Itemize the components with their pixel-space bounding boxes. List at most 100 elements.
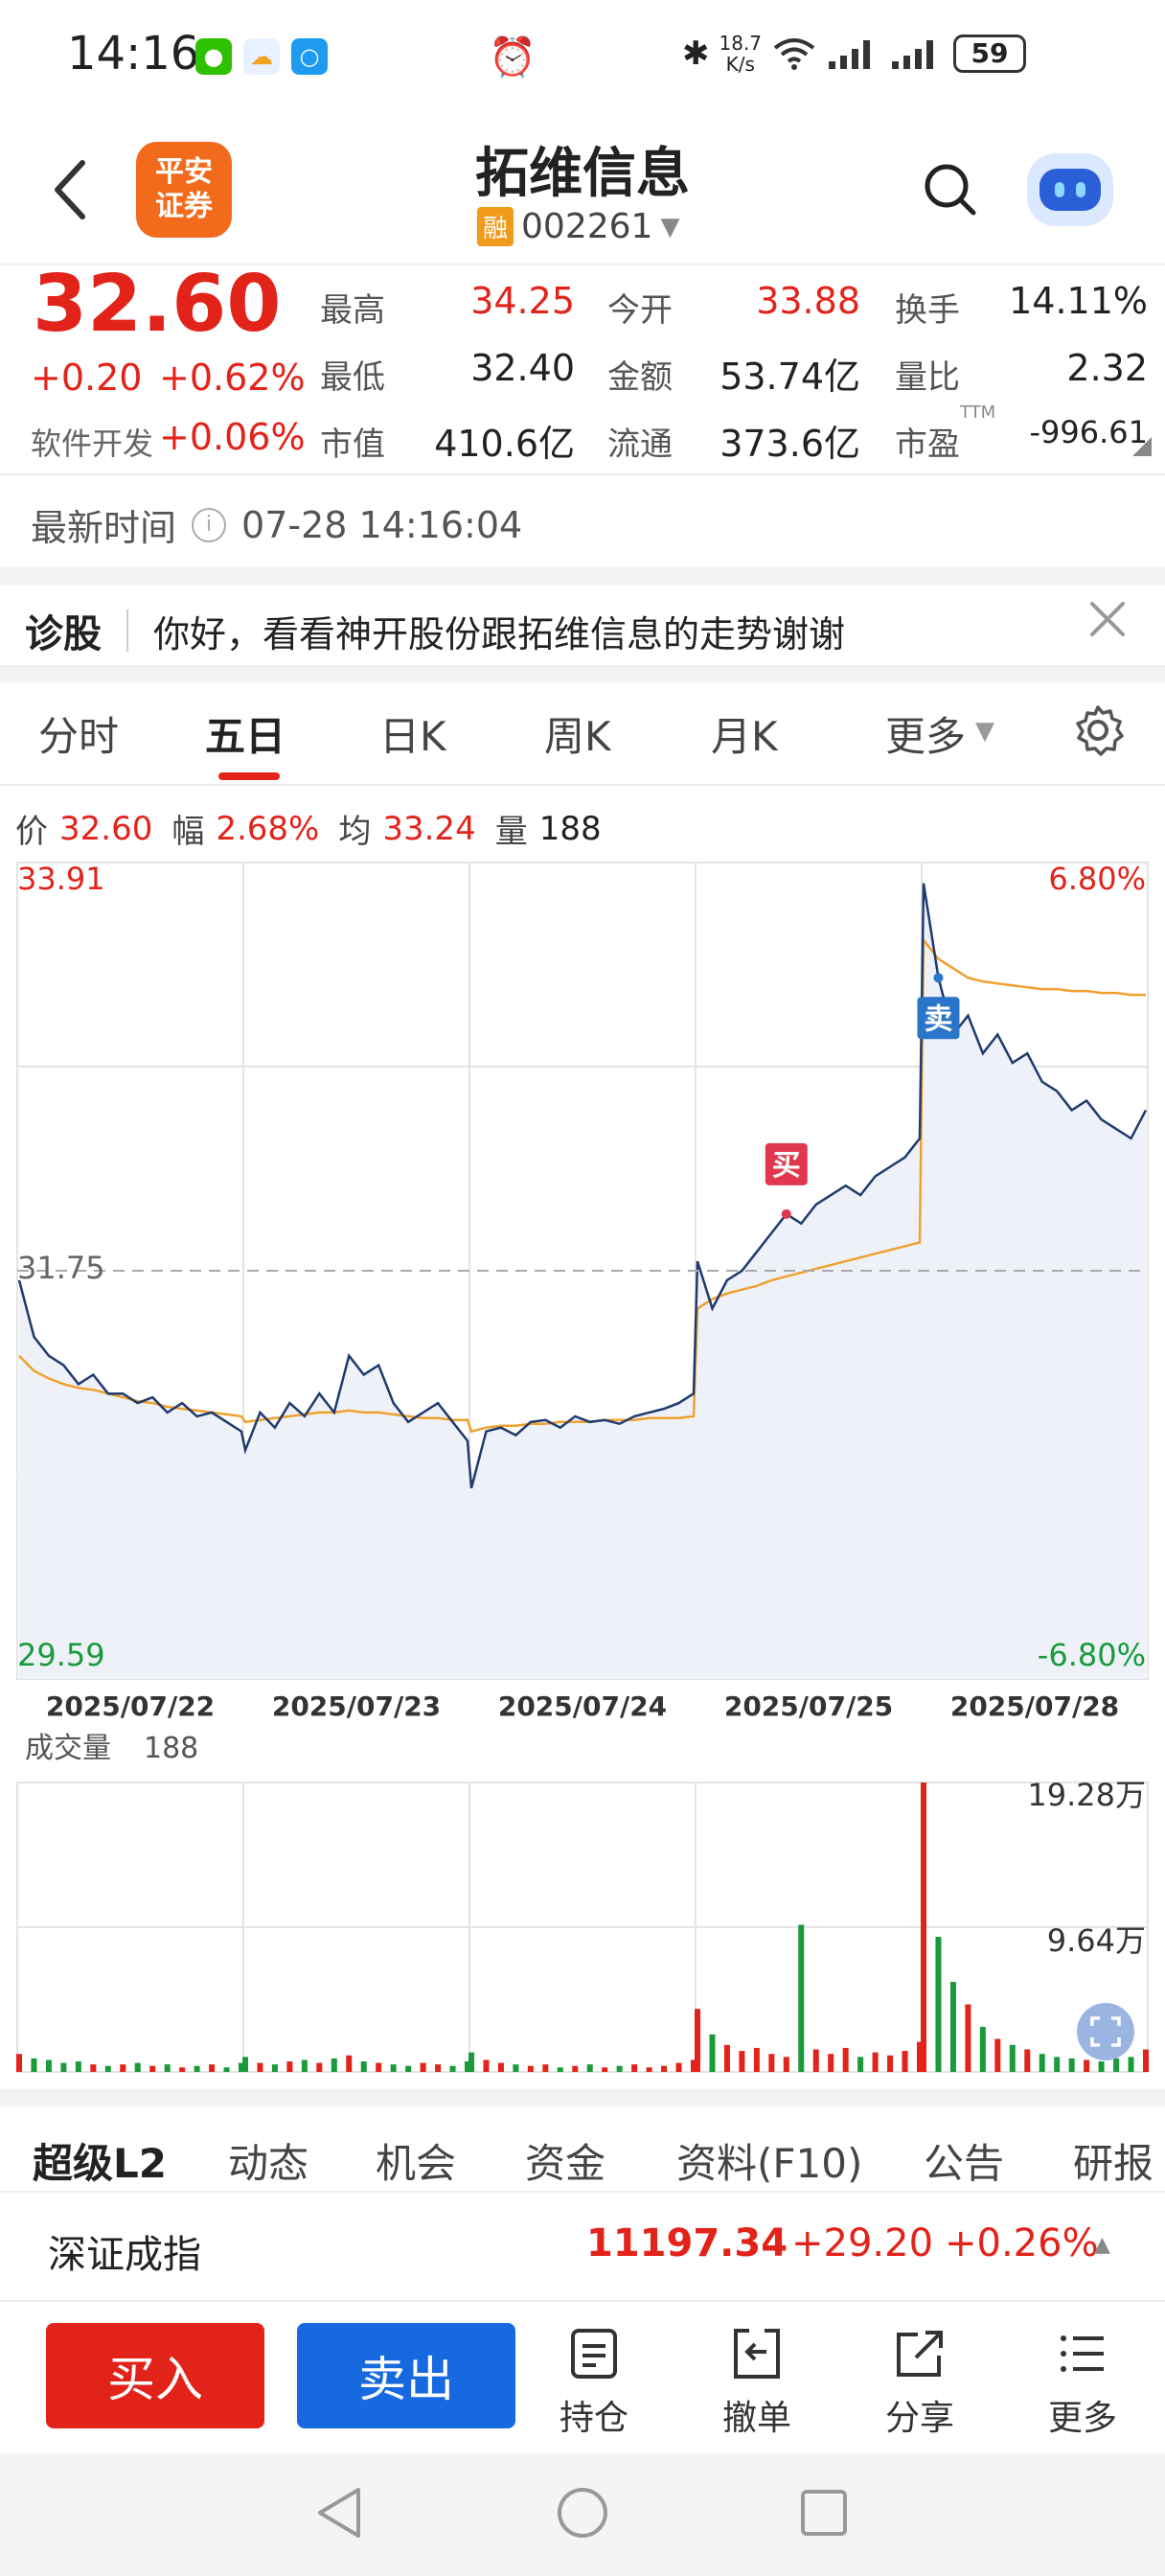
stock-code-row[interactable]: 融 002261 ▼ xyxy=(477,207,679,246)
y-pct-top: 6.80% xyxy=(1048,861,1146,897)
volume-label: 成交量 xyxy=(25,1732,111,1765)
cancel-order-icon xyxy=(734,2329,780,2379)
status-right: ✱ 18.7 K/s 59 xyxy=(682,33,1027,75)
bottom-tab-5[interactable]: 公告 xyxy=(924,2131,1004,2190)
expand-up-icon[interactable]: ▲ xyxy=(1094,2233,1110,2257)
sector-label[interactable]: 软件开发 xyxy=(31,420,153,464)
cancel-order-button[interactable]: 撤单 xyxy=(699,2327,814,2440)
five-day-chart[interactable]: 买 卖 33.91 31.75 29.59 6.80% -6.80% 2025/0… xyxy=(0,795,1165,2080)
volume-bar xyxy=(405,2065,412,2072)
wifi-icon xyxy=(773,38,815,70)
volume-bar xyxy=(1084,2059,1090,2072)
chart-tab-0[interactable]: 分时 xyxy=(38,704,119,763)
volume-bar xyxy=(271,2064,278,2072)
bottom-tab-0[interactable]: 超级L2 xyxy=(33,2131,167,2190)
chart-tab-2[interactable]: 日K xyxy=(379,704,446,763)
x-axis-label: 2025/07/24 xyxy=(498,1690,667,1722)
bottom-tab-2[interactable]: 机会 xyxy=(376,2131,456,2190)
marker-dot xyxy=(933,973,944,983)
more-label: 更多 xyxy=(1047,2399,1117,2438)
stock-name[interactable]: 拓维信息 xyxy=(0,130,1165,208)
chevron-down-icon: ▼ xyxy=(660,212,680,242)
update-time-row: 最新时间 i 07-28 14:16:04 xyxy=(31,498,522,551)
nav-recents-icon[interactable] xyxy=(797,2486,851,2540)
buy-button[interactable]: 买入 xyxy=(46,2323,264,2428)
expand-corner-icon[interactable] xyxy=(1132,437,1152,456)
y-label-top: 33.91 xyxy=(17,861,105,897)
volume-bar xyxy=(1098,2061,1105,2072)
search-icon[interactable] xyxy=(922,161,979,218)
volume-bar xyxy=(209,2064,216,2072)
volume-bar xyxy=(646,2067,652,2072)
bottom-tab-6[interactable]: 研报 xyxy=(1073,2131,1154,2190)
diagnose-label: 诊股 xyxy=(25,612,102,656)
volume-bar xyxy=(149,2065,156,2072)
volume-bar xyxy=(1024,2049,1031,2072)
chart-tab-4[interactable]: 月K xyxy=(711,704,778,763)
index-name[interactable]: 深证成指 xyxy=(48,2223,201,2279)
status-time: 14:16 xyxy=(67,27,200,80)
alarm-icon: ⏰ xyxy=(489,35,537,80)
volume-bar xyxy=(586,2064,593,2072)
chart-tab-5[interactable]: 更多 xyxy=(885,704,966,763)
bottom-tab-3[interactable]: 资金 xyxy=(525,2131,605,2190)
volume-bar xyxy=(753,2047,760,2072)
sell-button[interactable]: 卖出 xyxy=(297,2323,515,2428)
update-time: 07-28 14:16:04 xyxy=(241,503,523,546)
holdings-button[interactable]: 持仓 xyxy=(537,2327,651,2440)
x-axis-label: 2025/07/25 xyxy=(724,1690,893,1722)
volume-bar xyxy=(257,2062,263,2072)
share-button[interactable]: 分享 xyxy=(862,2327,977,2440)
stock-code: 002261 xyxy=(521,207,653,246)
volume-bar xyxy=(739,2051,745,2072)
bottom-tab-4[interactable]: 资料(F10) xyxy=(676,2131,862,2190)
robot-assistant-icon[interactable] xyxy=(1027,153,1113,226)
nav-home-icon[interactable] xyxy=(554,2484,611,2542)
share-label: 分享 xyxy=(884,2399,954,2438)
volume-bar xyxy=(1113,2058,1120,2072)
volume-bar xyxy=(242,2057,248,2072)
update-label: 最新时间 xyxy=(31,507,177,549)
volume-bar xyxy=(527,2065,534,2072)
chart-tab-3[interactable]: 周K xyxy=(544,704,611,763)
volume-bar xyxy=(783,2057,789,2072)
more-chevron-icon[interactable]: ▼ xyxy=(975,717,994,746)
volume-bar xyxy=(602,2067,608,2072)
volume-bar xyxy=(661,2065,668,2072)
volume-bar xyxy=(798,1924,805,2072)
volume-bar xyxy=(194,2065,200,2072)
volume-bar xyxy=(435,2064,442,2072)
signal-icon-2 xyxy=(892,40,934,69)
volume-bar xyxy=(513,2064,519,2072)
bottom-tab-1[interactable]: 动态 xyxy=(228,2131,308,2190)
fullscreen-icon[interactable] xyxy=(1077,2003,1134,2060)
y-label-mid: 31.75 xyxy=(17,1250,105,1286)
volume-bar xyxy=(675,2062,682,2072)
bluetooth-icon: ✱ xyxy=(682,34,710,73)
volume-bar xyxy=(16,2054,22,2072)
chart-tab-1[interactable]: 五日 xyxy=(205,704,286,763)
active-tab-indicator xyxy=(218,772,280,780)
volume-bar xyxy=(223,2067,230,2072)
volume-bar xyxy=(449,2065,456,2072)
settings-gear-icon[interactable] xyxy=(1071,703,1125,757)
index-change-pct: +0.26% xyxy=(945,2221,1099,2266)
volume-bar xyxy=(842,2047,849,2072)
price-change: +0.20 xyxy=(31,356,143,399)
nav-back-icon[interactable] xyxy=(312,2484,366,2542)
volume-bar xyxy=(828,2054,834,2072)
info-icon[interactable]: i xyxy=(192,507,227,542)
volume-bar xyxy=(31,2058,37,2072)
volume-bar xyxy=(695,2009,700,2072)
volume-bar xyxy=(949,1982,956,2072)
volume-bar xyxy=(872,2052,879,2072)
more-button[interactable]: 更多 xyxy=(1025,2327,1140,2440)
volume-bar xyxy=(857,2057,864,2072)
close-icon[interactable] xyxy=(1088,600,1127,638)
volume-bar xyxy=(1128,2057,1134,2072)
y-label-bottom: 29.59 xyxy=(17,1637,105,1673)
volume-mid-label: 9.64万 xyxy=(1047,1922,1146,1959)
volume-bar xyxy=(164,2064,171,2072)
volume-bar xyxy=(120,2064,126,2072)
diagnose-bar[interactable]: 诊股 你好，看看神开股份跟拓维信息的走势谢谢 xyxy=(25,596,845,665)
